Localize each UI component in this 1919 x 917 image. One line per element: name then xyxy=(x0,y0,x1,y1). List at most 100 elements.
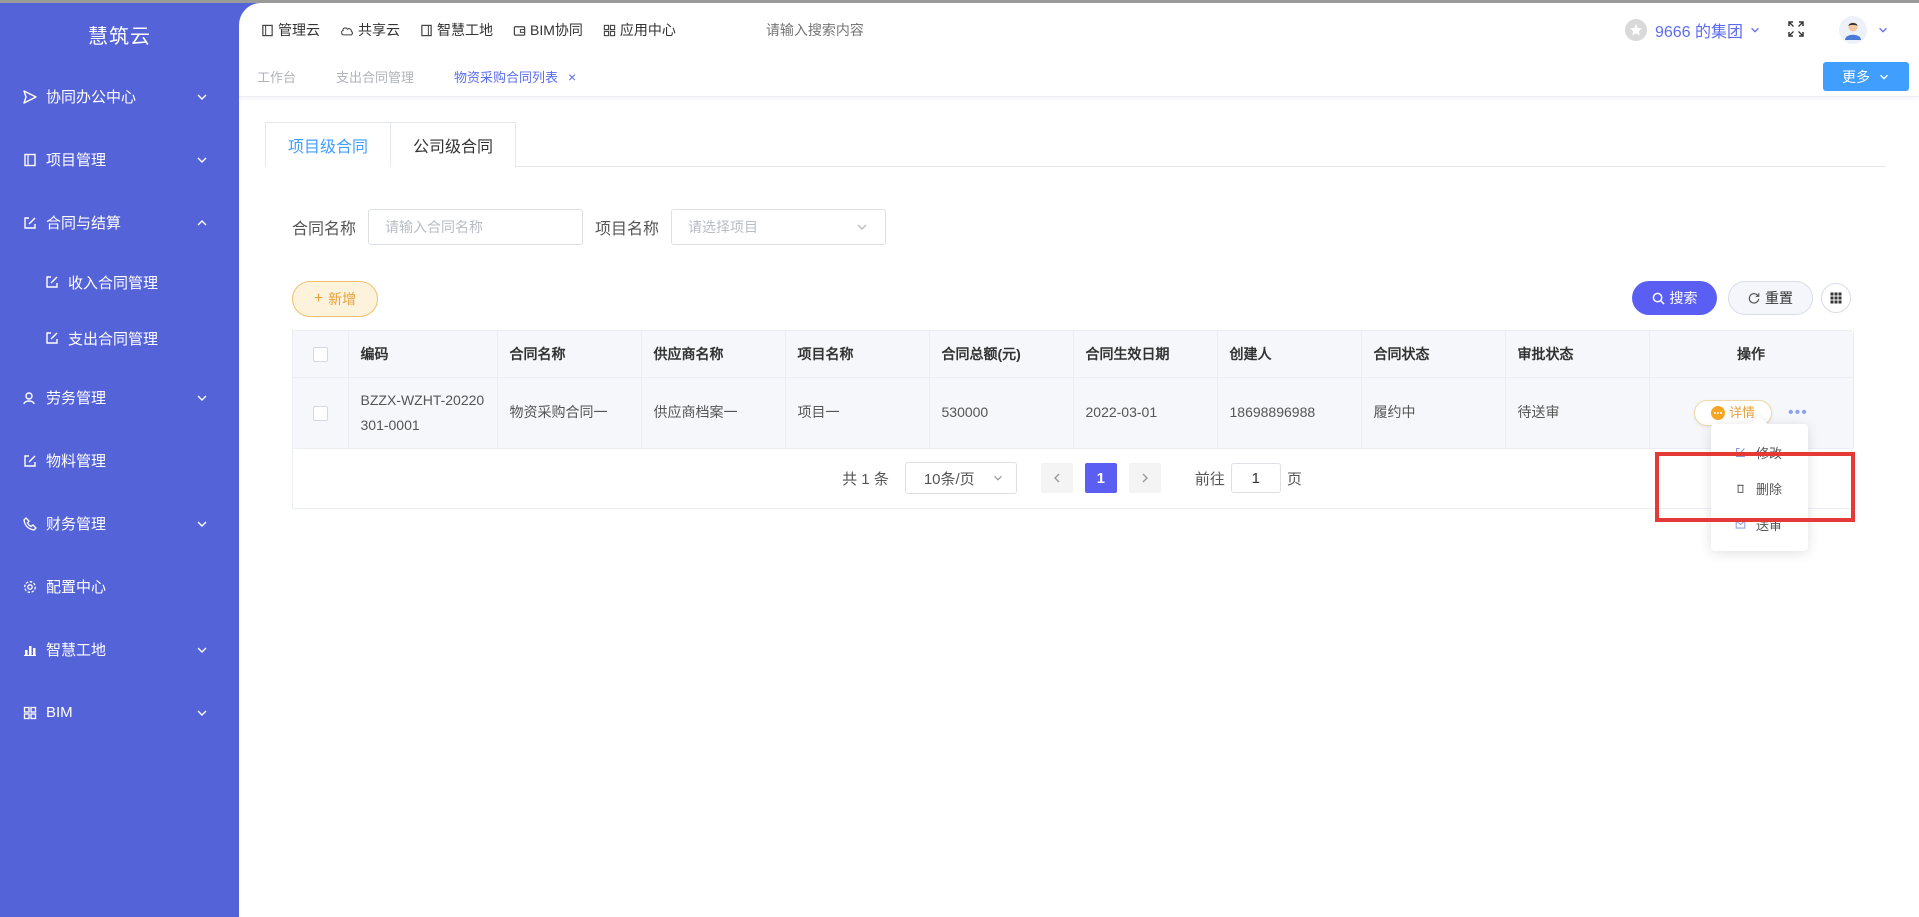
sidebar-item-smart-site[interactable]: 智慧工地 xyxy=(0,618,239,681)
pagination-total: 共 1 条 xyxy=(842,470,889,488)
close-icon[interactable]: × xyxy=(568,69,576,85)
topnav-item-smart-site[interactable]: 智慧工地 xyxy=(420,20,493,40)
contract-table: 编码 合同名称 供应商名称 项目名称 合同总额(元) 合同生效日期 创建人 合同… xyxy=(292,330,1854,509)
chevron-down-icon[interactable] xyxy=(1877,24,1889,36)
cell-amount: 530000 xyxy=(929,377,1074,449)
page-number-current[interactable]: 1 xyxy=(1084,463,1117,493)
chevron-right-icon xyxy=(1142,473,1148,483)
dropdown-item-submit-review[interactable]: 送审 xyxy=(1711,506,1808,542)
sidebar-item-label: 劳务管理 xyxy=(46,390,107,407)
sidebar-item-label: 智慧工地 xyxy=(46,642,107,659)
contract-level-tabs: 项目级合同 公司级合同 xyxy=(265,122,1886,167)
sidebar-subitem-income-contract[interactable]: 收入合同管理 xyxy=(0,254,239,310)
chevron-down-icon xyxy=(197,94,207,100)
next-page-button[interactable] xyxy=(1128,463,1161,493)
sidebar-item-contract-settlement[interactable]: 合同与结算 xyxy=(0,191,239,254)
topnav-label: 应用中心 xyxy=(619,22,676,38)
topnav-item-share-cloud[interactable]: 共享云 xyxy=(340,20,400,40)
dropdown-item-delete[interactable]: 删除 xyxy=(1711,470,1808,506)
bar-chart-icon xyxy=(22,642,38,658)
dropdown-item-edit[interactable]: 修改 xyxy=(1711,434,1808,470)
more-label: 更多 xyxy=(1842,68,1870,85)
sidebar-item-labor-management[interactable]: 劳务管理 xyxy=(0,366,239,429)
plus-icon: + xyxy=(313,290,324,307)
grid-icon xyxy=(603,24,616,36)
cell-contract-status: 履约中 xyxy=(1361,377,1506,449)
chevron-up-icon xyxy=(197,219,207,225)
send-icon xyxy=(22,89,38,105)
sidebar-item-bim[interactable]: BIM xyxy=(0,681,239,744)
refresh-icon xyxy=(1748,293,1760,304)
user-icon xyxy=(22,390,38,406)
global-search-input[interactable] xyxy=(765,22,1066,38)
sidebar-item-collab-office[interactable]: 协同办公中心 xyxy=(0,65,239,128)
send-review-icon xyxy=(1735,519,1746,529)
column-header: 编码 xyxy=(348,331,498,378)
avatar[interactable] xyxy=(1839,16,1867,44)
table-header-row: 编码 合同名称 供应商名称 项目名称 合同总额(元) 合同生效日期 创建人 合同… xyxy=(293,331,1854,378)
tab-company-level-contract[interactable]: 公司级合同 xyxy=(391,122,517,167)
table-row: BZZX-WZHT-20220301-0001 物资采购合同一 供应商档案一 项… xyxy=(293,377,1854,449)
contract-name-label: 合同名称 xyxy=(292,221,357,238)
tab-label: 支出合同管理 xyxy=(336,70,415,85)
more-actions-icon[interactable]: ••• xyxy=(1788,400,1808,425)
edit-icon xyxy=(22,453,38,469)
column-header: 合同状态 xyxy=(1361,331,1506,378)
topnav-item-bim-collab[interactable]: BIM协同 xyxy=(513,20,583,40)
grid-icon xyxy=(22,705,38,721)
row-select-cell xyxy=(293,377,349,449)
select-all-checkbox[interactable] xyxy=(312,347,328,363)
top-bar: 管理云 共享云 智慧工地 BIM协同 应用中心 请输入搜索内容 9666 的集团 xyxy=(239,3,1919,57)
org-name: 9666 的集团 xyxy=(1654,24,1743,41)
topnav-label: 管理云 xyxy=(278,22,320,38)
column-header: 合同生效日期 xyxy=(1073,331,1218,378)
cell-supplier: 供应商档案一 xyxy=(641,377,786,449)
top-right-tools: 9666 的集团 xyxy=(1624,3,1889,57)
pagination: 共 1 条 10条/页 1 前往 页 xyxy=(293,449,1851,508)
edit-icon xyxy=(1736,447,1745,457)
more-tabs-button[interactable]: 更多 xyxy=(1823,62,1909,91)
sidebar-item-label: 物料管理 xyxy=(46,453,107,470)
contract-name-input[interactable] xyxy=(368,209,584,245)
tab-expense-contract[interactable]: 支出合同管理 xyxy=(336,67,414,86)
topnav-item-app-center[interactable]: 应用中心 xyxy=(603,20,676,40)
cloud-icon xyxy=(341,26,353,35)
topnav-label: 智慧工地 xyxy=(437,22,493,38)
org-switcher[interactable]: 9666 的集团 xyxy=(1624,18,1761,42)
top-nav: 管理云 共享云 智慧工地 BIM协同 应用中心 xyxy=(261,20,696,40)
tab-workbench[interactable]: 工作台 xyxy=(257,67,296,86)
sidebar-item-finance-management[interactable]: 财务管理 xyxy=(0,492,239,555)
project-name-label: 项目名称 xyxy=(595,221,660,238)
search-button[interactable]: 搜索 xyxy=(1632,281,1717,315)
tab-label: 物资采购合同列表 xyxy=(454,70,559,85)
sidebar-subitem-expense-contract[interactable]: 支出合同管理 xyxy=(0,310,239,366)
topnav-label: BIM协同 xyxy=(530,22,583,38)
add-button[interactable]: + 新增 xyxy=(292,281,378,317)
reset-button[interactable]: 重置 xyxy=(1728,281,1813,315)
brand-logo: 慧筑云 xyxy=(88,25,151,48)
dropdown-item-label: 修改 xyxy=(1756,445,1783,461)
column-header: 合同总额(元) xyxy=(929,331,1074,378)
chevron-down-icon xyxy=(857,224,867,230)
project-select[interactable]: 请选择项目 xyxy=(671,209,887,245)
sidebar-item-material-management[interactable]: 物料管理 xyxy=(0,429,239,492)
edit-icon xyxy=(44,330,60,346)
tab-material-purchase-list[interactable]: 物资采购合同列表 × xyxy=(454,67,576,86)
sidebar-item-config-center[interactable]: 配置中心 xyxy=(0,555,239,618)
sidebar-item-project-management[interactable]: 项目管理 xyxy=(0,128,239,191)
book-icon xyxy=(262,24,273,36)
dropdown-item-label: 删除 xyxy=(1756,481,1783,497)
column-header: 审批状态 xyxy=(1505,331,1650,378)
row-checkbox[interactable] xyxy=(312,405,328,421)
dropdown-item-label: 送审 xyxy=(1756,517,1783,533)
topnav-item-management-cloud[interactable]: 管理云 xyxy=(261,20,320,40)
tab-project-level-contract[interactable]: 项目级合同 xyxy=(265,122,392,167)
gear-icon xyxy=(22,579,38,595)
edit-icon xyxy=(44,274,60,290)
page-size-select[interactable]: 10条/页 xyxy=(904,462,1017,494)
prev-page-button[interactable] xyxy=(1040,463,1073,493)
fullscreen-icon[interactable] xyxy=(1787,20,1805,41)
cell-effective-date: 2022-03-01 xyxy=(1073,377,1218,449)
column-settings-button[interactable] xyxy=(1821,283,1851,313)
goto-page-input[interactable] xyxy=(1230,463,1281,493)
